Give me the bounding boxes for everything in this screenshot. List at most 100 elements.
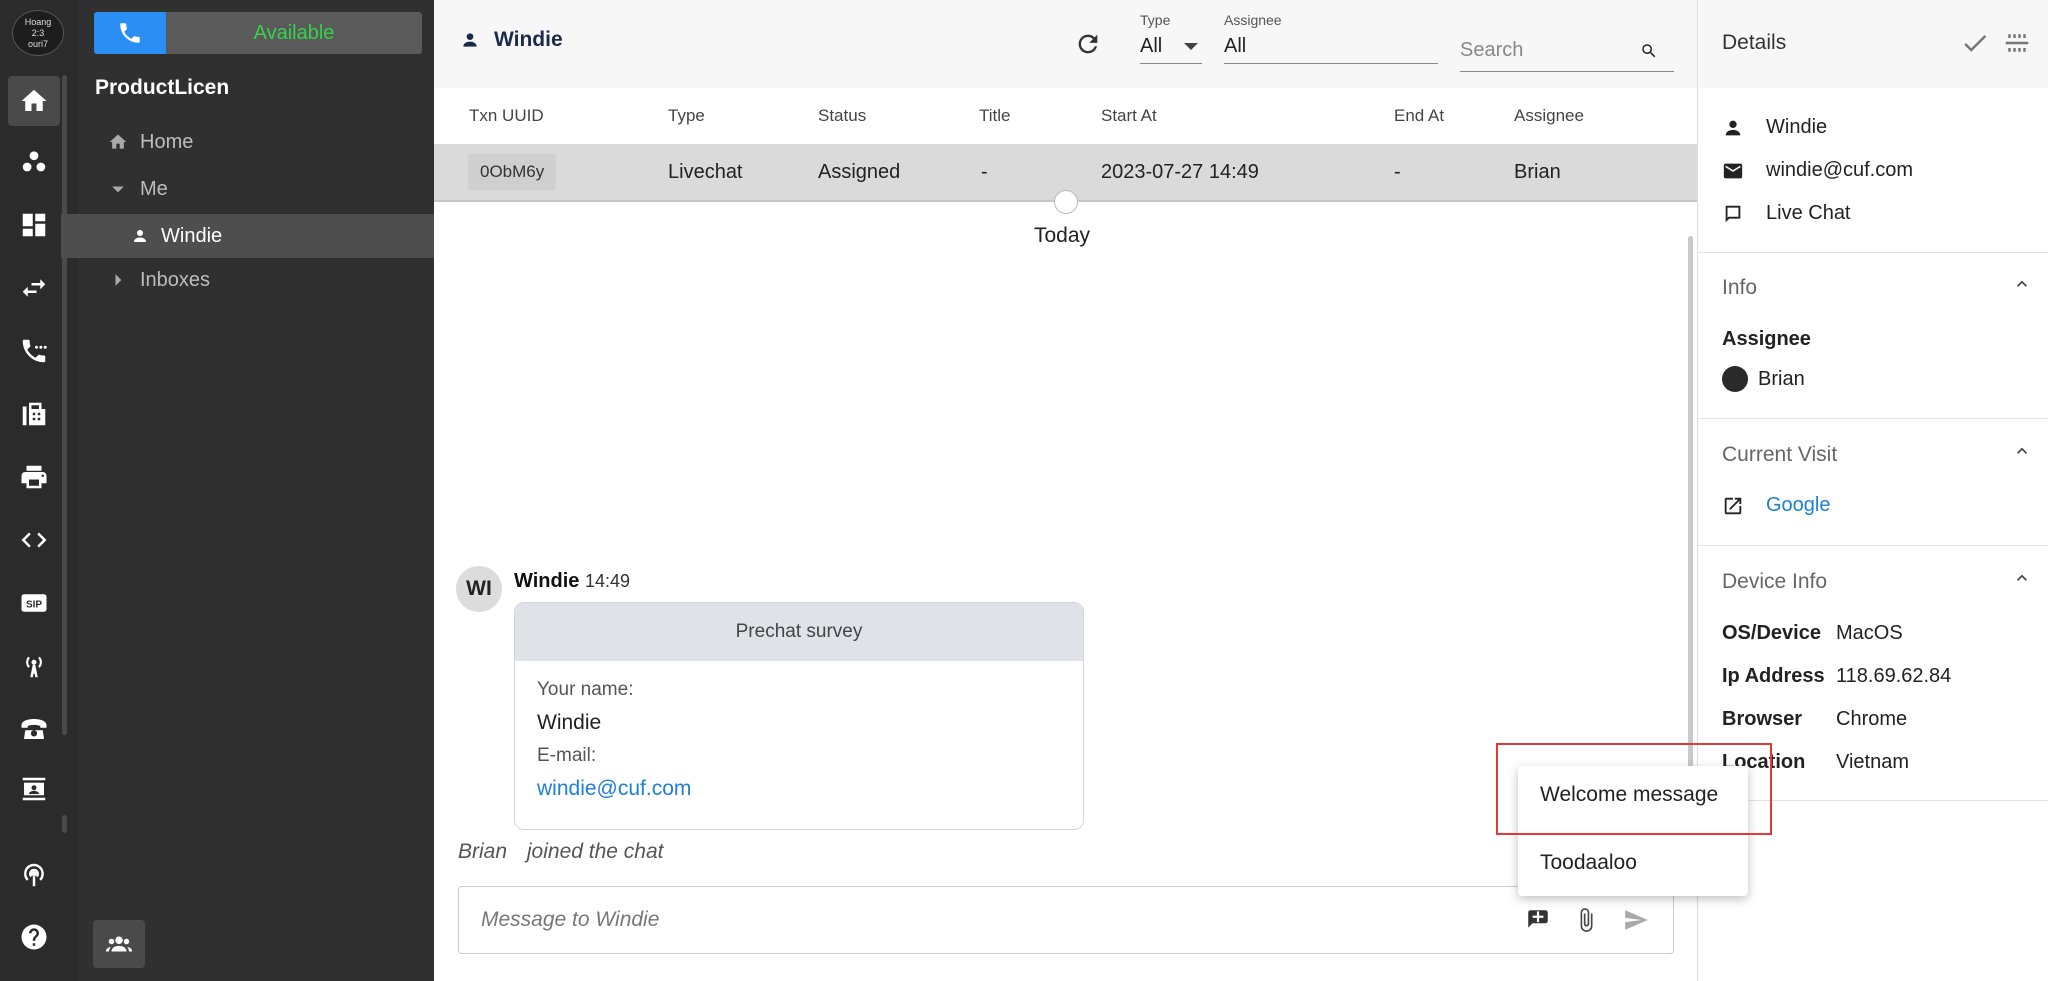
- system-message-text: joined the chat: [526, 840, 664, 863]
- antenna-icon[interactable]: [8, 850, 60, 900]
- divider: [1698, 418, 2048, 419]
- team-button[interactable]: [93, 920, 145, 968]
- add-box-icon: [1528, 910, 1548, 928]
- phone-icon[interactable]: [8, 704, 60, 754]
- organization-name: ProductLicen: [95, 76, 230, 99]
- phone-handset-icon: [120, 23, 140, 43]
- broadcast-icon[interactable]: [8, 641, 60, 691]
- details-title: Details: [1722, 31, 1787, 54]
- home-icon[interactable]: [8, 76, 60, 126]
- tree-item-me[interactable]: Me: [78, 167, 434, 211]
- tree-item-inboxes[interactable]: Inboxes: [78, 258, 434, 302]
- chevron-up-icon[interactable]: [2012, 441, 2032, 461]
- info-section-title[interactable]: Info: [1722, 276, 1757, 300]
- printer-icon[interactable]: [8, 452, 60, 502]
- table-cell: -: [981, 161, 988, 183]
- prechat-survey-card: Prechat survey Your name: Windie E-mail:…: [514, 602, 1084, 830]
- device-field-value: Chrome: [1836, 708, 1908, 730]
- message-input[interactable]: [481, 908, 1481, 932]
- device-field-label: Browser: [1722, 708, 1803, 730]
- caret-down-icon[interactable]: [108, 179, 128, 199]
- rail-scrollbar[interactable]: [62, 75, 67, 735]
- external-link-icon: [1724, 497, 1742, 514]
- chevron-up-icon[interactable]: [2012, 274, 2032, 294]
- call-status-bar: Available: [94, 12, 422, 54]
- menu-item-toodaaloo[interactable]: Toodaaloo: [1540, 851, 1637, 875]
- survey-field-label: E-mail:: [537, 745, 597, 766]
- person-icon: [1725, 120, 1741, 135]
- system-message: Brian joined the chat: [458, 840, 663, 864]
- icon-rail: Hoang 2:3 ouri7 SIP: [0, 0, 78, 981]
- details-header: Details: [1698, 0, 2048, 88]
- person-icon: [134, 230, 146, 242]
- table-cell: Assigned: [818, 161, 901, 183]
- current-visit-row[interactable]: Google: [1722, 494, 1831, 517]
- resolve-button[interactable]: [1960, 28, 1990, 58]
- message-time: 14:49: [584, 571, 630, 591]
- tree-item-windie[interactable]: Windie: [61, 214, 434, 258]
- contact-email: windie@cuf.com: [1766, 159, 1914, 181]
- conversation-person-name: Windie: [494, 28, 563, 51]
- column-header[interactable]: Assignee: [1514, 106, 1584, 126]
- type-filter-select[interactable]: All: [1140, 28, 1202, 64]
- current-visit-section-title[interactable]: Current Visit: [1722, 443, 1837, 467]
- user-avatar[interactable]: Hoang 2:3 ouri7: [12, 10, 64, 56]
- rail-scrollbar-thumb[interactable]: [62, 815, 67, 833]
- column-header[interactable]: Type: [668, 106, 705, 126]
- assignee-filter[interactable]: Assignee All: [1224, 12, 1438, 64]
- column-header[interactable]: Status: [818, 106, 866, 126]
- message-sender: Windie: [514, 570, 580, 592]
- navigation-panel: Available ProductLicen Home Me Windie In…: [61, 0, 434, 981]
- search-input[interactable]: [1460, 39, 1640, 62]
- assignee-filter-input[interactable]: All: [1224, 28, 1438, 64]
- search-icon[interactable]: [1640, 42, 1658, 60]
- column-header[interactable]: Txn UUID: [469, 106, 544, 126]
- code-icon[interactable]: [8, 515, 60, 565]
- contact-name: Windie: [1766, 116, 1828, 138]
- visit-link[interactable]: Google: [1766, 494, 1831, 517]
- device-info-section-title[interactable]: Device Info: [1722, 570, 1827, 594]
- avatar-text: Hoang: [24, 16, 52, 27]
- table-cell: Livechat: [668, 161, 743, 183]
- attach-button[interactable]: [1573, 907, 1599, 933]
- call-log-icon[interactable]: [8, 326, 60, 376]
- chevron-up-icon[interactable]: [2012, 568, 2032, 588]
- tree-item-label: Me: [140, 177, 168, 200]
- help-icon[interactable]: [8, 912, 60, 962]
- type-filter-value: All: [1140, 35, 1163, 57]
- refresh-button[interactable]: [1074, 30, 1104, 60]
- column-header[interactable]: End At: [1394, 106, 1444, 126]
- chat-area: Today WI Windie 14:49 Prechat survey You…: [434, 204, 1697, 981]
- tree-item-label: Home: [140, 130, 194, 153]
- send-button[interactable]: [1623, 907, 1649, 933]
- send-icon: [1625, 910, 1648, 930]
- message-header: Windie 14:49: [514, 570, 630, 593]
- tree-item-home[interactable]: Home: [78, 120, 434, 164]
- avatar: [1722, 366, 1748, 392]
- column-header[interactable]: Title: [979, 106, 1011, 126]
- fax-icon[interactable]: [8, 389, 60, 439]
- search-box[interactable]: [1460, 30, 1674, 72]
- survey-email-link[interactable]: windie@cuf.com: [537, 777, 1061, 801]
- contact-channel-row: Live Chat: [1722, 202, 1851, 225]
- transfer-button[interactable]: [2002, 28, 2032, 58]
- call-button[interactable]: [94, 12, 166, 54]
- type-filter-label: Type: [1140, 12, 1171, 28]
- txn-uuid-chip[interactable]: 0ObM6y: [468, 154, 557, 190]
- mail-icon: [1723, 163, 1743, 178]
- group-icon[interactable]: [8, 137, 60, 187]
- team-icon: [105, 936, 133, 952]
- caret-right-icon[interactable]: [108, 270, 128, 290]
- contact-card-icon[interactable]: [8, 764, 60, 814]
- dashboard-icon[interactable]: [8, 200, 60, 250]
- contact-name-row: Windie: [1722, 116, 1827, 139]
- sip-icon[interactable]: SIP: [8, 578, 60, 628]
- avatar-initials: WI: [466, 577, 492, 600]
- type-filter[interactable]: Type All: [1140, 12, 1202, 64]
- avatar-text: 2:3: [31, 27, 45, 38]
- column-header[interactable]: Start At: [1101, 106, 1157, 126]
- availability-status-button[interactable]: Available: [166, 12, 422, 54]
- transfer-icon[interactable]: [8, 263, 60, 313]
- chat-scrollbar[interactable]: [1688, 236, 1693, 796]
- canned-response-button[interactable]: [1525, 907, 1551, 933]
